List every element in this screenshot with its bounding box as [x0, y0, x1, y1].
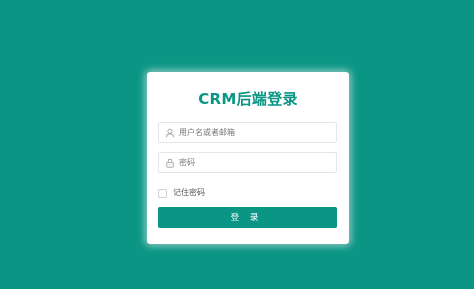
username-field[interactable]	[158, 122, 337, 143]
remember-checkbox[interactable]	[158, 188, 167, 198]
lock-icon	[165, 158, 175, 168]
remember-label[interactable]: 记住密码	[173, 187, 205, 199]
password-field[interactable]	[158, 152, 337, 173]
password-input[interactable]	[179, 158, 329, 167]
remember-password[interactable]: 记住密码	[158, 187, 205, 199]
login-button[interactable]: 登 录	[158, 207, 337, 228]
username-input[interactable]	[179, 128, 329, 137]
user-icon	[165, 128, 175, 138]
login-title: CRM后端登录	[198, 90, 298, 108]
login-card: CRM后端登录 记住密码 登 录	[147, 72, 349, 244]
